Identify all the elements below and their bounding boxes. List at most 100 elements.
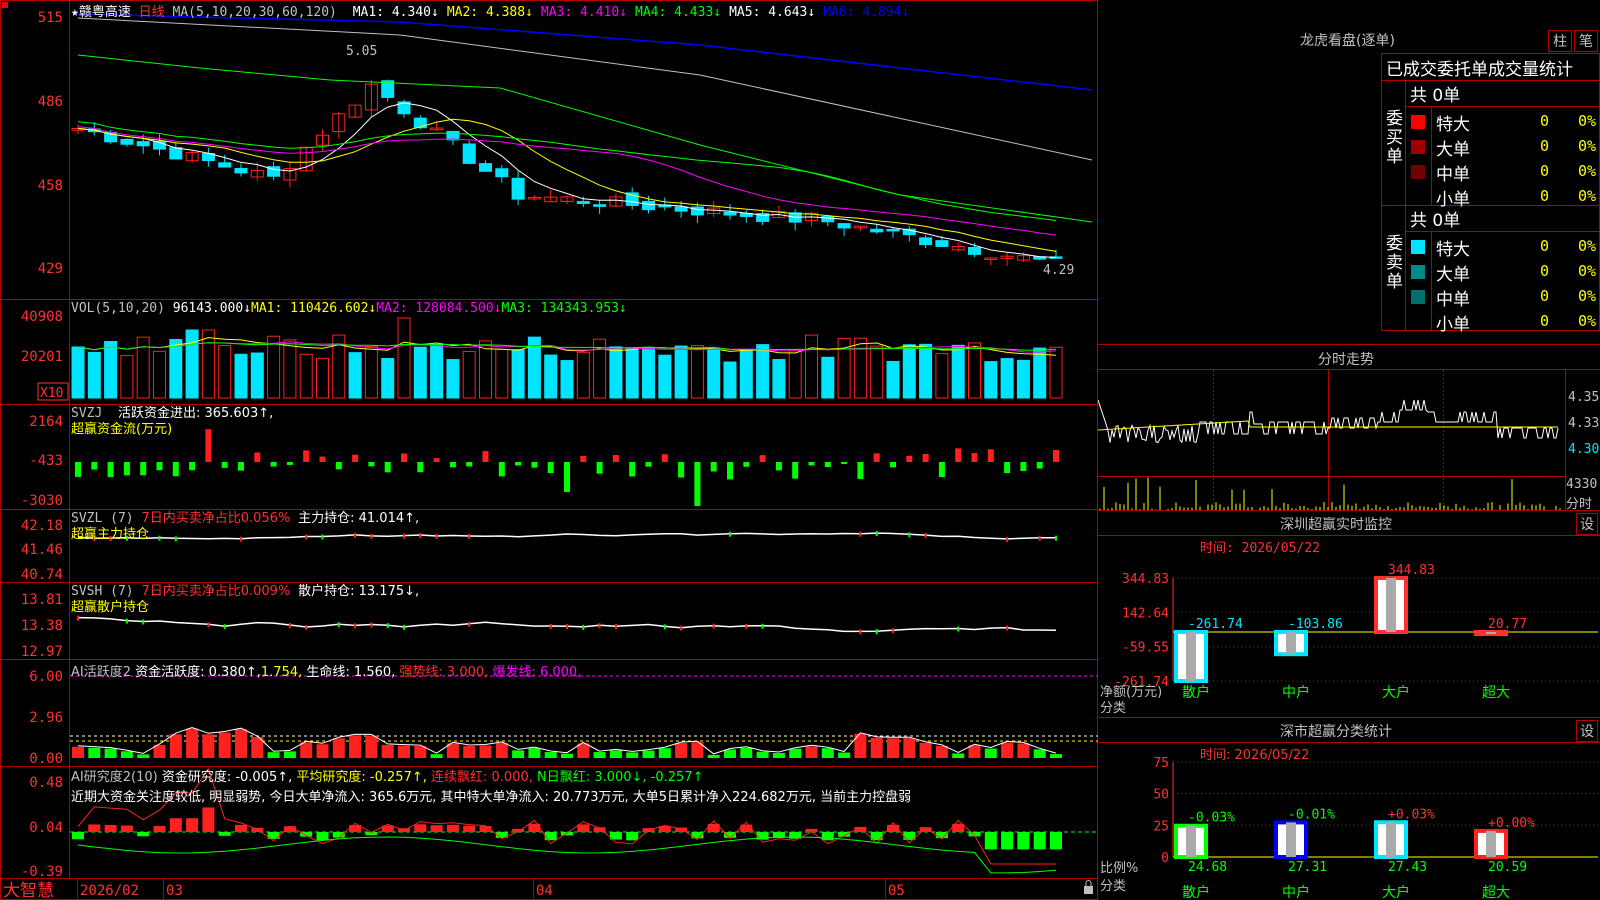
flow-bar (808, 462, 815, 466)
volume-chart (71, 317, 1063, 399)
active-bar (1033, 749, 1046, 758)
stock-name[interactable]: 赣粤高速 (79, 5, 131, 20)
volume-bar (169, 339, 183, 399)
lock-icon[interactable] (1084, 880, 1093, 895)
volume-bar (886, 360, 900, 399)
y-tick: -59.55 (1122, 641, 1169, 656)
ma6-line (77, 13, 1093, 91)
category-label: 中户 (1282, 884, 1310, 900)
flow-bar (629, 462, 636, 477)
buy-row-count: 0 (1540, 162, 1550, 180)
buy-row-pct: 0% (1578, 112, 1597, 130)
price-tick: 486 (38, 94, 63, 110)
dragon-tiger-title: 龙虎看盘(逐单) (1300, 33, 1395, 49)
candle (593, 204, 607, 207)
candle (642, 200, 655, 211)
buy-row-count: 0 (1540, 187, 1550, 205)
flow-bar (515, 462, 522, 466)
flow-bar (254, 452, 261, 462)
intraday-tick: 4.308 (1568, 442, 1600, 457)
active-bar (398, 745, 410, 758)
date-label: 04 (536, 883, 553, 899)
ai-active-value: 资金活跃度: 0.380↑, (135, 665, 261, 680)
active-bar (430, 754, 443, 758)
research-bar (1017, 832, 1030, 850)
candle (837, 223, 851, 229)
active-bar (332, 738, 345, 758)
svsh-title: SVSH (7) (71, 584, 134, 599)
sz-monitor-settings-button[interactable]: 设 (1576, 513, 1598, 535)
flow-bar (710, 462, 717, 472)
volume-bar (1000, 358, 1014, 399)
research-bar (316, 832, 329, 841)
svzl-title: SVZL (7) (71, 511, 134, 526)
ma4-long-line (77, 54, 1093, 223)
volume-bar (853, 337, 867, 399)
ma-values: MA1: 4.340↓ MA2: 4.388↓ MA3: 4.410↓ MA4: 4.… (345, 5, 910, 20)
sz-class-settings-button[interactable]: 设 (1576, 720, 1598, 742)
volume-bar (772, 359, 786, 399)
ma-value-4: MA4: 4.433↓ (635, 5, 722, 20)
sh-tick: 12.97 (21, 644, 63, 660)
dragon-tiger-header: 已成交委托单成交量统计 (1386, 60, 1573, 80)
sell-row-pct: 0% (1578, 287, 1597, 305)
candle (674, 206, 688, 212)
vol-ma1: MA1: 110426.602↓ (251, 301, 377, 316)
bar-mode-button[interactable]: 柱 (1548, 30, 1572, 52)
sell-swatch-2 (1411, 265, 1425, 279)
y-axis-labels: 515 486 458 429 40908 20201 2164 -433 -3… (21, 10, 63, 880)
research-bar (137, 832, 150, 837)
volume-bar (805, 334, 818, 399)
active-bar (186, 728, 199, 758)
bar-change-label: -0.01% (1288, 807, 1335, 822)
sell-row-pct: 0% (1578, 237, 1597, 255)
sz-class-ytitle: 比例% (1100, 861, 1139, 876)
ma-value-5: MA5: 4.643↓ (729, 5, 816, 20)
flow-bar (987, 449, 994, 462)
flow-bar (694, 462, 701, 506)
flow-bar (1036, 462, 1043, 469)
date-label: 05 (888, 883, 905, 899)
bar-shade (1386, 822, 1396, 857)
vol-tick: 20201 (21, 349, 63, 365)
active-bar (104, 748, 117, 758)
chart-area[interactable]: 515 486 458 429 40908 20201 2164 -433 -3… (0, 0, 1100, 900)
rs-tick: -0.39 (21, 864, 63, 880)
tick-mode-button[interactable]: 笔 (1574, 30, 1598, 52)
active-bar (707, 754, 720, 758)
volume-bar (104, 340, 118, 399)
volume-bar (984, 361, 998, 399)
bar-shade (1186, 825, 1196, 857)
active-bar (984, 748, 997, 758)
volume-bar (397, 317, 411, 399)
active-bar (495, 742, 508, 758)
candle (479, 163, 492, 172)
volume-bar (283, 339, 297, 399)
vol-value: 96143.000↓ (172, 301, 252, 316)
buy-label: 委买单 (1386, 109, 1403, 167)
ai-research-value: 资金研究度: -0.005↑, (161, 770, 293, 785)
volume-bar (674, 345, 688, 399)
active-bar (968, 745, 981, 758)
period-label[interactable]: 日线 (139, 5, 165, 20)
vol-header: VOL(5,10,20) 96143.000↓MA1: 110426.602↓M… (71, 301, 627, 316)
active-bar (1001, 742, 1014, 758)
flow-bar (759, 455, 766, 462)
ai-active-chart (70, 675, 1098, 758)
volume-bar (462, 350, 476, 399)
volume-bar (625, 348, 639, 399)
bar-shade (1186, 632, 1196, 681)
volume-bar (609, 346, 623, 399)
flow-bar (303, 450, 310, 462)
volume-bar (234, 353, 248, 399)
flow-bar (922, 453, 929, 462)
flow-bar (873, 453, 880, 462)
svzj-title: SVZJ (71, 406, 103, 421)
volume-bar (951, 344, 965, 399)
zl-tick: 41.46 (21, 542, 63, 558)
active-bar (463, 746, 476, 758)
flow-bar (906, 455, 913, 462)
volume-bar (658, 354, 672, 399)
bar-value-label: -261.74 (1188, 617, 1243, 632)
volume-bar (446, 359, 460, 399)
